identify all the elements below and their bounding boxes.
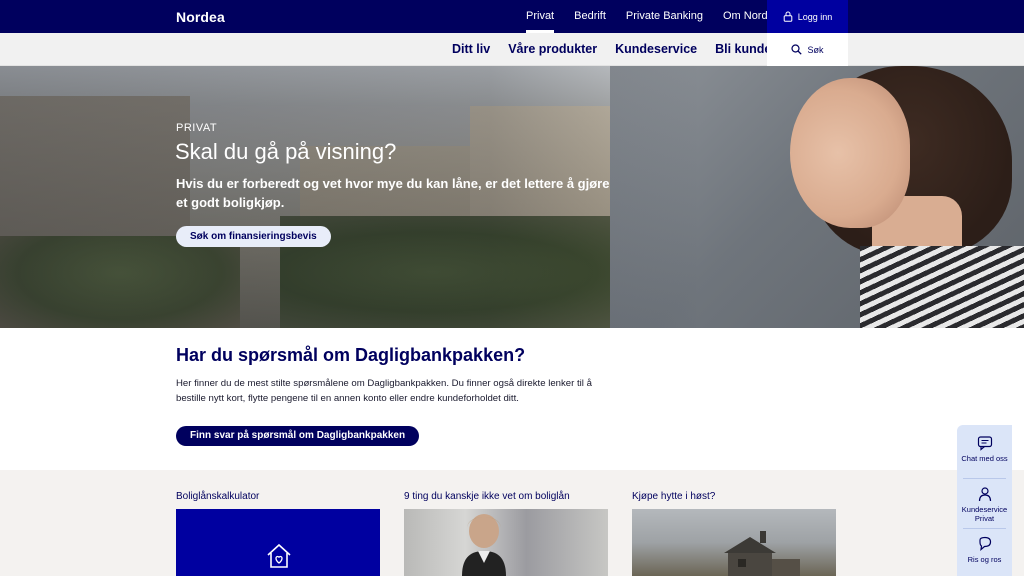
search-label: Søk bbox=[807, 44, 824, 55]
lock-icon bbox=[783, 11, 793, 22]
card-title-mortgage-facts[interactable]: 9 ting du kanskje ikke vet om boliglån bbox=[404, 491, 570, 502]
search-icon bbox=[791, 44, 803, 55]
card-image-mortgage-facts[interactable] bbox=[404, 509, 608, 576]
chat-label: Chat med oss bbox=[961, 454, 1008, 463]
hero-eyebrow: PRIVAT bbox=[176, 122, 218, 134]
hero-image-striped-shirt bbox=[860, 246, 1024, 328]
nav-kundeservice[interactable]: Kundeservice bbox=[606, 33, 706, 66]
card-title-mortgage-calculator[interactable]: Boliglånskalkulator bbox=[176, 491, 259, 502]
faq-title: Har du spørsmål om Dagligbankpakken? bbox=[176, 345, 526, 365]
segment-tab-privat[interactable]: Privat bbox=[516, 0, 564, 33]
card-title-cabin[interactable]: Kjøpe hytte i høst? bbox=[632, 491, 715, 502]
chat-button[interactable]: Chat med oss bbox=[957, 435, 1012, 463]
financing-certificate-button[interactable]: Søk om finansieringsbevis bbox=[176, 226, 331, 247]
hero-title: Skal du gå på visning? bbox=[175, 139, 397, 164]
house-heart-icon bbox=[267, 543, 291, 568]
customer-service-label: Kundeservice Privat bbox=[961, 505, 1008, 523]
faq-text: Her finner du de mest stilte spørsmålene… bbox=[176, 378, 592, 404]
nav-vare-produkter[interactable]: Våre produkter bbox=[499, 33, 606, 66]
login-label: Logg inn bbox=[797, 11, 833, 22]
divider bbox=[963, 528, 1006, 529]
woman-portrait-image bbox=[462, 514, 506, 576]
hero-image-woman-face bbox=[790, 78, 910, 228]
divider bbox=[963, 478, 1006, 479]
segment-tab-private-banking[interactable]: Private Banking bbox=[616, 0, 713, 33]
nordea-logo[interactable]: Nordea bbox=[176, 9, 225, 25]
feedback-button[interactable]: Ris og ros bbox=[957, 536, 1012, 564]
feedback-icon bbox=[978, 536, 991, 551]
person-icon bbox=[978, 487, 991, 502]
top-bar: Nordea Privat Bedrift Private Banking Om… bbox=[0, 0, 1024, 33]
segment-nav: Privat Bedrift Private Banking Om Nordea bbox=[516, 0, 790, 33]
login-button[interactable]: Logg inn bbox=[767, 0, 848, 33]
chat-icon bbox=[977, 436, 992, 451]
card-image-mortgage-calculator[interactable] bbox=[176, 509, 380, 576]
feedback-label: Ris og ros bbox=[967, 555, 1002, 564]
segment-tab-bedrift[interactable]: Bedrift bbox=[564, 0, 616, 33]
cabin-image bbox=[724, 531, 800, 576]
search-button[interactable]: Søk bbox=[767, 33, 848, 66]
faq-button[interactable]: Finn svar på spørsmål om Dagligbankpakke… bbox=[176, 426, 420, 446]
customer-service-button[interactable]: Kundeservice Privat bbox=[957, 486, 1012, 523]
nav-ditt-liv[interactable]: Ditt liv bbox=[443, 33, 499, 66]
card-image-cabin[interactable] bbox=[632, 509, 836, 576]
help-widget: Chat med oss Kundeservice Privat Ris og … bbox=[957, 425, 1012, 576]
main-nav: Ditt liv Våre produkter Kundeservice Bli… bbox=[443, 33, 780, 66]
hero-text: Hvis du er forberedt og vet hvor mye du … bbox=[176, 176, 610, 210]
